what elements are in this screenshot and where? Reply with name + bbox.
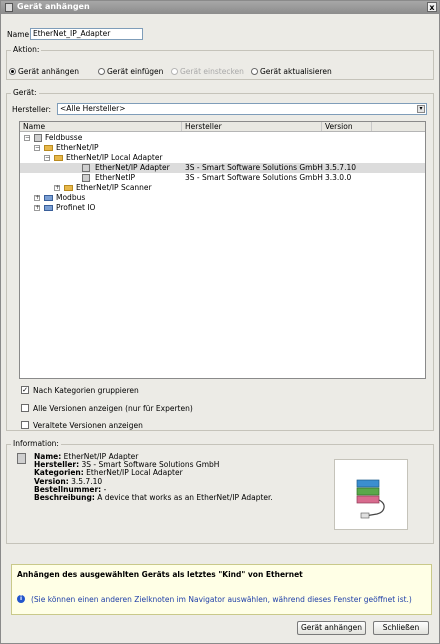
tree-row-scanner[interactable]: + EtherNet/IP Scanner <box>20 183 425 193</box>
hint-box: Anhängen des ausgewählten Geräts als let… <box>11 564 432 615</box>
folder-icon <box>64 185 73 191</box>
tree-row-ethernetip[interactable]: − EtherNet/IP <box>20 143 425 153</box>
collapse-icon[interactable]: − <box>44 155 50 161</box>
tree-item-label: EtherNetIP <box>95 173 136 182</box>
expand-icon[interactable]: + <box>54 185 60 191</box>
collapse-icon[interactable]: − <box>24 135 30 141</box>
tree-item-label: Feldbusse <box>45 133 83 142</box>
outdated-versions-label: Veraltete Versionen anzeigen <box>33 421 143 430</box>
column-header-name[interactable]: Name <box>20 122 182 131</box>
bus-icon <box>44 195 53 201</box>
window-title: Gerät anhängen <box>17 2 90 11</box>
hint-note: (Sie können einen anderen Zielknoten im … <box>31 595 412 604</box>
close-icon[interactable]: x <box>427 2 437 12</box>
group-by-category-checkbox[interactable]: ✓ <box>21 386 29 394</box>
info-icon: i <box>17 595 25 603</box>
window-icon <box>5 3 13 12</box>
tree-row-profinet[interactable]: + Profinet IO <box>20 203 425 213</box>
device-info-icon <box>17 453 26 464</box>
tree-item-vendor: 3S - Smart Software Solutions GmbH <box>185 163 323 172</box>
radio-label-attach: Gerät anhängen <box>18 67 80 76</box>
radio-attach-device[interactable] <box>9 68 16 75</box>
expand-icon[interactable]: + <box>34 195 40 201</box>
information-legend: Information: <box>11 439 61 448</box>
radio-insert-device[interactable] <box>98 68 105 75</box>
radio-update-device[interactable] <box>251 68 258 75</box>
collapse-icon[interactable]: − <box>34 145 40 151</box>
chevron-down-icon[interactable]: ▾ <box>417 105 425 113</box>
device-icon <box>82 164 90 172</box>
folder-icon <box>54 155 63 161</box>
radio-label-insert: Gerät einfügen <box>107 67 164 76</box>
name-input[interactable]: EtherNet_IP_Adapter <box>30 28 143 40</box>
device-icon <box>82 174 90 182</box>
tree-item-label: EtherNet/IP <box>56 143 99 152</box>
information-fields: Name: EtherNet/IP Adapter Hersteller: 3S… <box>34 452 273 503</box>
info-description: Beschreibung: A device that works as an … <box>34 493 273 503</box>
tree-item-version: 3.5.7.10 <box>325 163 357 172</box>
bus-icon <box>44 205 53 211</box>
attach-device-dialog: Gerät anhängen x Name: EtherNet_IP_Adapt… <box>0 0 440 644</box>
name-label: Name: <box>7 30 32 39</box>
attach-device-button[interactable]: Gerät anhängen <box>297 621 366 635</box>
action-legend: Aktion: <box>11 45 42 54</box>
tree-item-label: EtherNet/IP Scanner <box>76 183 152 192</box>
tree-row-ethernetip-device[interactable]: EtherNetIP 3S - Smart Software Solutions… <box>20 173 425 183</box>
column-header-version[interactable]: Version <box>322 122 372 131</box>
hint-title: Anhängen des ausgewählten Geräts als let… <box>17 570 303 579</box>
device-catalog-icon <box>34 134 42 142</box>
column-header-vendor[interactable]: Hersteller <box>182 122 322 131</box>
title-bar: Gerät anhängen x <box>1 1 439 14</box>
vendor-select-value: <Alle Hersteller> <box>60 104 126 113</box>
tree-item-label: Modbus <box>56 193 86 202</box>
network-device-icon <box>356 479 385 519</box>
tree-item-version: 3.3.0.0 <box>325 173 352 182</box>
tree-row-modbus[interactable]: + Modbus <box>20 193 425 203</box>
tree-item-label: EtherNet/IP Adapter <box>95 163 170 172</box>
device-image <box>334 459 408 530</box>
tree-row-ethernetip-adapter[interactable]: EtherNet/IP Adapter 3S - Smart Software … <box>20 163 425 173</box>
radio-label-update: Gerät aktualisieren <box>260 67 332 76</box>
close-button[interactable]: Schließen <box>373 621 429 635</box>
group-by-category-label: Nach Kategorien gruppieren <box>33 386 139 395</box>
tree-item-label: EtherNet/IP Local Adapter <box>66 153 163 162</box>
all-versions-checkbox[interactable] <box>21 404 29 412</box>
vendor-select[interactable]: <Alle Hersteller> ▾ <box>57 103 427 115</box>
device-tree[interactable]: Name Hersteller Version − Feldbusse − Et… <box>19 121 426 379</box>
tree-item-vendor: 3S - Smart Software Solutions GmbH <box>185 173 323 182</box>
tree-item-label: Profinet IO <box>56 203 96 212</box>
radio-label-plug: Gerät einstecken <box>180 67 244 76</box>
tree-row-local-adapter[interactable]: − EtherNet/IP Local Adapter <box>20 153 425 163</box>
expand-icon[interactable]: + <box>34 205 40 211</box>
all-versions-label: Alle Versionen anzeigen (nur für Experte… <box>33 404 193 413</box>
folder-icon <box>44 145 53 151</box>
outdated-versions-checkbox[interactable] <box>21 421 29 429</box>
tree-row-feldbusse[interactable]: − Feldbusse <box>20 133 425 143</box>
vendor-label: Hersteller: <box>12 105 52 114</box>
device-legend: Gerät: <box>11 88 39 97</box>
radio-plug-device <box>171 68 178 75</box>
tree-header: Name Hersteller Version <box>20 122 425 132</box>
